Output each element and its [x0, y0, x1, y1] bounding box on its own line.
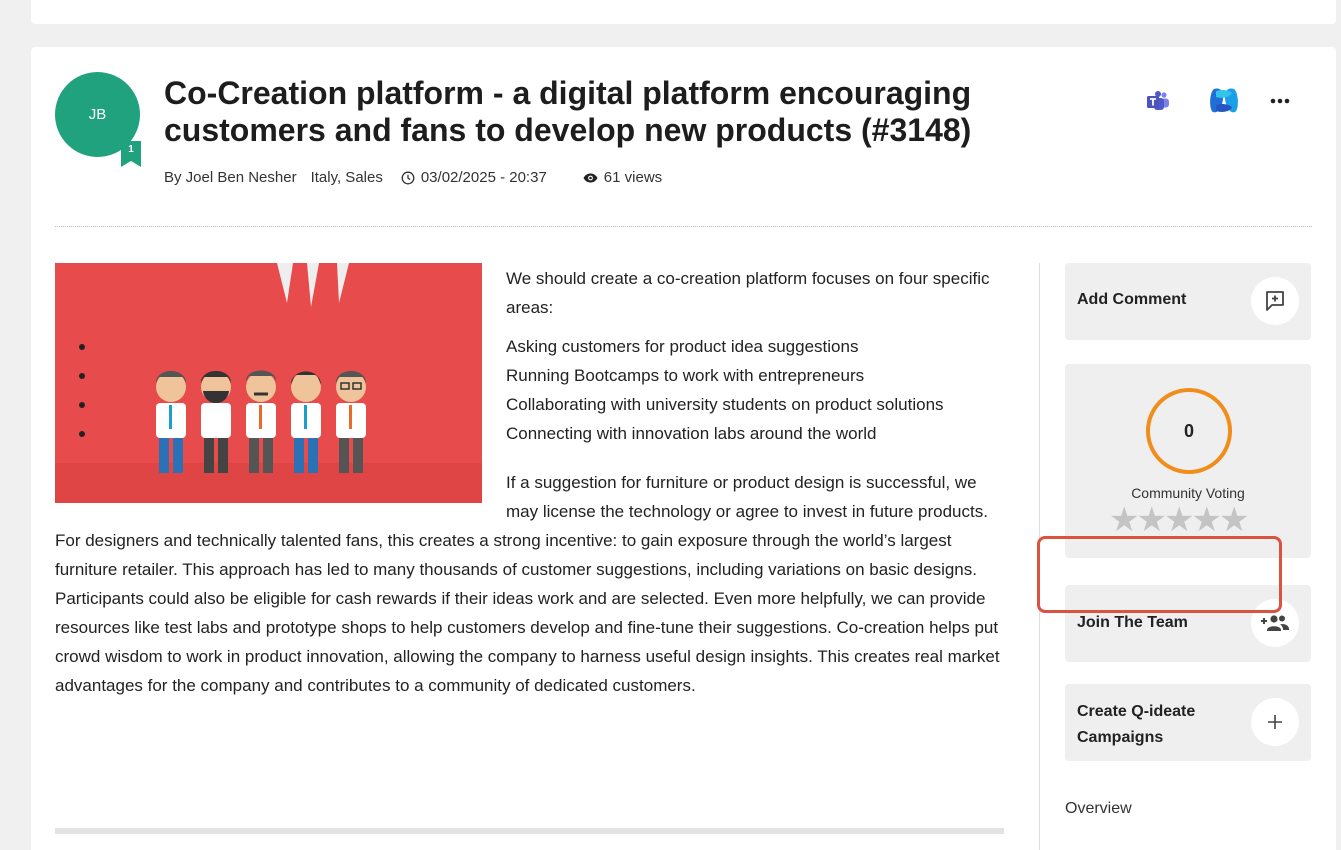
idea-meta: By Joel Ben Nesher Italy, Sales 03/02/20… [164, 169, 662, 186]
add-comment-icon [1251, 277, 1299, 325]
header-actions [1146, 85, 1290, 117]
star-icon[interactable]: ★ [1109, 501, 1140, 539]
list-item: Running Bootcamps to work with entrepren… [77, 361, 1010, 390]
clock-icon [401, 171, 415, 185]
avatar-initials: JB [88, 106, 107, 123]
idea-card: JB 1 Co-Creation platform - a digital pl… [31, 47, 1336, 850]
page-title: Co-Creation platform - a digital platfor… [164, 75, 972, 148]
more-options-icon[interactable] [1270, 98, 1290, 104]
idea-description: We should create a co-creation platform … [55, 264, 1010, 700]
list-item: Connecting with innovation labs around t… [77, 419, 1010, 448]
content-scroll-divider [55, 828, 1004, 834]
join-team-highlight [1037, 536, 1282, 613]
star-icon[interactable]: ★ [1219, 501, 1250, 539]
header-divider [55, 226, 1312, 227]
teams-icon[interactable] [1146, 90, 1170, 112]
list-item: Asking customers for product idea sugges… [77, 332, 1010, 361]
add-comment-label: Add Comment [1077, 291, 1187, 308]
author-location: Italy, Sales [310, 169, 383, 186]
overview-link[interactable]: Overview [1065, 800, 1132, 818]
plus-icon [1251, 698, 1299, 746]
create-campaigns-button[interactable]: Create Q-ideate Campaigns [1065, 684, 1311, 761]
top-card [31, 0, 1336, 24]
description-list: Asking customers for product idea sugges… [55, 332, 1010, 448]
level-badge-number: 1 [128, 144, 134, 155]
create-campaigns-label: Create Q-ideate Campaigns [1077, 703, 1196, 746]
voting-score[interactable]: 0 [1146, 388, 1232, 474]
post-datetime: 03/02/2025 - 20:37 [420, 169, 547, 186]
add-comment-button[interactable]: Add Comment [1065, 263, 1311, 340]
join-team-label: Join The Team [1077, 614, 1188, 631]
star-icon[interactable]: ★ [1191, 501, 1222, 539]
voting-label: Community Voting [1131, 485, 1245, 501]
star-icon[interactable]: ★ [1136, 501, 1167, 539]
star-rating[interactable]: ★★★★★ [1109, 500, 1250, 540]
community-voting-panel: 0 Community Voting ★★★★★ [1065, 364, 1311, 558]
view-count: 61 views [603, 169, 663, 186]
copilot-icon[interactable] [1208, 85, 1240, 117]
eye-icon [583, 173, 598, 183]
author-name[interactable]: By Joel Ben Nesher [164, 169, 297, 186]
level-badge: 1 [121, 141, 141, 167]
star-icon[interactable]: ★ [1164, 501, 1195, 539]
list-item: Collaborating with university students o… [77, 390, 1010, 419]
